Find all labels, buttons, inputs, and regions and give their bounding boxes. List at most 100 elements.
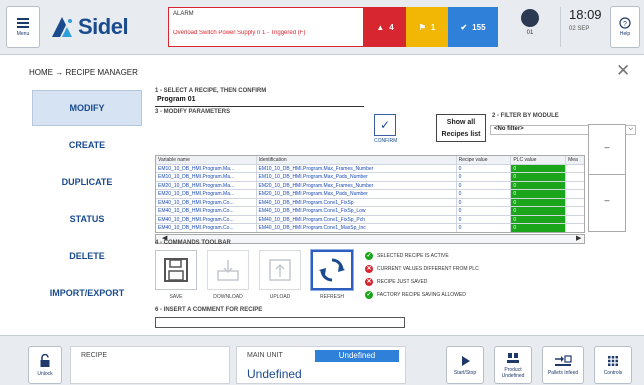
cell-recipe-value[interactable]: 0 — [457, 207, 512, 215]
sidebar-item-import-export[interactable]: IMPORT/EXPORT — [32, 275, 142, 311]
sidel-logo-mark — [52, 17, 72, 37]
confirm-button[interactable]: ✓ — [374, 114, 396, 136]
controls-button[interactable]: Controls — [594, 346, 632, 384]
close-icon[interactable]: ✕ — [616, 62, 630, 79]
status-messages: ✓ SELECTED RECIPE IS ACTIVE ✕ CURRENT VALUE… — [365, 252, 479, 304]
main-unit-label: MAIN UNIT — [247, 352, 283, 359]
cell-identification: EM40_10_DB_HMI.Program.Conv1_FixSp — [257, 198, 457, 206]
cell-recipe-value[interactable]: 0 — [457, 190, 512, 198]
sidebar: MODIFY CREATE DUPLICATE STATUS DELETE IM… — [32, 90, 142, 312]
table-row[interactable]: EM20_10_DB_HMI.Program.Ma... EM20_10_DB_… — [156, 181, 584, 190]
warning-count-badge[interactable]: ⚑ 1 — [406, 7, 448, 47]
cell-recipe-value[interactable]: 0 — [457, 215, 512, 223]
save-button[interactable] — [155, 250, 197, 290]
upload-button[interactable] — [259, 250, 301, 290]
cell-recipe-value[interactable]: 0 — [457, 164, 512, 172]
info-count-badge[interactable]: ✔ 155 — [448, 7, 498, 47]
warning-count: 1 — [430, 22, 436, 32]
cell-recipe-value[interactable]: 0 — [457, 173, 512, 181]
cell-plc-value: 0 — [511, 173, 567, 181]
cell-identification: EM20_10_DB_HMI.Program.Max_Pads_Number — [257, 190, 457, 198]
parameters-table: Variable name Identification Recipe valu… — [155, 155, 585, 233]
alarm-count: 4 — [389, 22, 394, 32]
table-row[interactable]: EM10_10_DB_HMI.Program.Ma... EM10_10_DB_… — [156, 164, 584, 173]
table-row[interactable]: EM40_10_DB_HMI.Program.Co... EM40_10_DB_… — [156, 207, 584, 216]
product-icon — [507, 352, 519, 363]
unlock-button[interactable]: Unlock — [28, 346, 62, 384]
alarm-count-badge[interactable]: ▲ 4 — [364, 7, 406, 47]
save-label: SAVE — [169, 294, 183, 300]
alarm-banner[interactable]: ALARM Overload Switch Power Supply n 1 -… — [168, 7, 364, 47]
col-recipe-value[interactable]: Recipe value — [457, 156, 512, 164]
show-all-recipes-button[interactable]: Show all Recipes list — [436, 114, 486, 142]
status-message: ✕ CURRENT VALUES DIFFERENT FROM PLC — [365, 265, 479, 276]
breadcrumb: HOME → RECIPE MANAGER — [29, 68, 138, 77]
table-row[interactable]: EM40_10_DB_HMI.Program.Co... EM40_10_DB_… — [156, 224, 584, 232]
vertical-scrollbar[interactable]: – – — [588, 124, 626, 232]
help-button[interactable]: ? Help — [610, 6, 640, 48]
col-identification[interactable]: Identification — [257, 156, 457, 164]
check-circle-icon: ✓ — [365, 252, 373, 260]
main-unit-badge: Undefined — [315, 350, 399, 362]
step2-label: 2 - FILTER BY MODULE — [492, 113, 559, 119]
unlock-label: Unlock — [37, 370, 53, 377]
cell-plc-value: 0 — [511, 207, 567, 215]
sidebar-item-delete[interactable]: DELETE — [32, 238, 142, 274]
pallet-infeed-icon — [555, 354, 572, 366]
recipe-manager-screen: Menu Sidel ALARM Overload Switch Power S… — [0, 0, 644, 385]
flag-icon: ⚑ — [418, 22, 426, 32]
sidebar-item-status[interactable]: STATUS — [32, 201, 142, 237]
status-message: ✓ FACTORY RECIPE SAVING ALLOWED — [365, 291, 479, 302]
col-plc-value[interactable]: PLC value — [511, 156, 567, 164]
cell-measure — [566, 224, 584, 232]
cell-variable-name: EM40_10_DB_HMI.Program.Co... — [156, 207, 257, 215]
refresh-button[interactable] — [311, 250, 353, 290]
cell-identification: EM10_10_DB_HMI.Program.Max_Pads_Number — [257, 173, 457, 181]
table-row[interactable]: EM40_10_DB_HMI.Program.Co... EM40_10_DB_… — [156, 198, 584, 207]
cell-recipe-value[interactable]: 0 — [457, 224, 512, 232]
current-recipe-panel: RECIPE — [70, 346, 230, 384]
clock-time: 18:09 — [569, 7, 602, 22]
download-button[interactable] — [207, 250, 249, 290]
cell-variable-name: EM40_10_DB_HMI.Program.Co... — [156, 198, 257, 206]
comment-input[interactable] — [155, 317, 405, 328]
top-header: Menu Sidel ALARM Overload Switch Power S… — [0, 0, 644, 55]
scroll-up-icon[interactable]: – — [589, 125, 625, 175]
status-message: ✓ SELECTED RECIPE IS ACTIVE — [365, 252, 479, 263]
step6-label: 6 - INSERT A COMMENT FOR RECIPE — [155, 307, 263, 313]
pallets-infeed-button[interactable]: Pallets Infeed — [542, 346, 584, 384]
cell-recipe-value[interactable]: 0 — [457, 181, 512, 189]
download-label: DOWNLOAD — [213, 294, 243, 300]
table-row[interactable]: EM20_10_DB_HMI.Program.Ma... EM20_10_DB_… — [156, 190, 584, 199]
col-variable-name[interactable]: Variable name — [156, 156, 257, 164]
status-message-text: RECIPE JUST SAVED — [377, 279, 428, 285]
scroll-right-icon[interactable]: ▶ — [576, 234, 581, 242]
check-circle-icon: ✔ — [460, 22, 468, 32]
sidebar-item-create[interactable]: CREATE — [32, 127, 142, 163]
cell-measure — [566, 182, 584, 190]
table-row[interactable]: EM10_10_DB_HMI.Program.Ma... EM10_10_DB_… — [156, 173, 584, 182]
start-stop-button[interactable]: Start/Stop — [446, 346, 484, 384]
upload-icon — [269, 259, 291, 281]
sidebar-item-modify[interactable]: MODIFY — [32, 90, 142, 126]
cell-variable-name: EM40_10_DB_HMI.Program.Co... — [156, 215, 257, 223]
station-indicator[interactable]: 01 — [510, 7, 550, 47]
col-measure[interactable]: Mea — [566, 156, 584, 164]
station-icon — [521, 9, 539, 27]
cell-recipe-value[interactable]: 0 — [457, 198, 512, 206]
sidebar-item-duplicate[interactable]: DUPLICATE — [32, 164, 142, 200]
table-header-row: Variable name Identification Recipe valu… — [156, 156, 584, 165]
cell-measure — [566, 165, 584, 173]
help-icon: ? — [619, 17, 631, 29]
recipe-select-field[interactable]: Program 01 — [155, 96, 364, 107]
table-row[interactable]: EM40_10_DB_HMI.Program.Co... EM40_10_DB_… — [156, 215, 584, 224]
product-button[interactable]: Product Undefined — [494, 346, 532, 384]
menu-button[interactable]: Menu — [6, 6, 40, 48]
status-message-text: CURRENT VALUES DIFFERENT FROM PLC — [377, 266, 479, 272]
scroll-down-icon[interactable]: – — [589, 185, 625, 231]
cell-plc-value: 0 — [511, 198, 567, 206]
status-message: ✕ RECIPE JUST SAVED — [365, 278, 479, 289]
cell-identification: EM40_10_DB_HMI.Program.Conv1_FixSp_Pch — [257, 215, 457, 223]
step3-label: 3 - MODIFY PARAMETERS — [155, 109, 231, 115]
refresh-label: REFRESH — [320, 294, 344, 300]
